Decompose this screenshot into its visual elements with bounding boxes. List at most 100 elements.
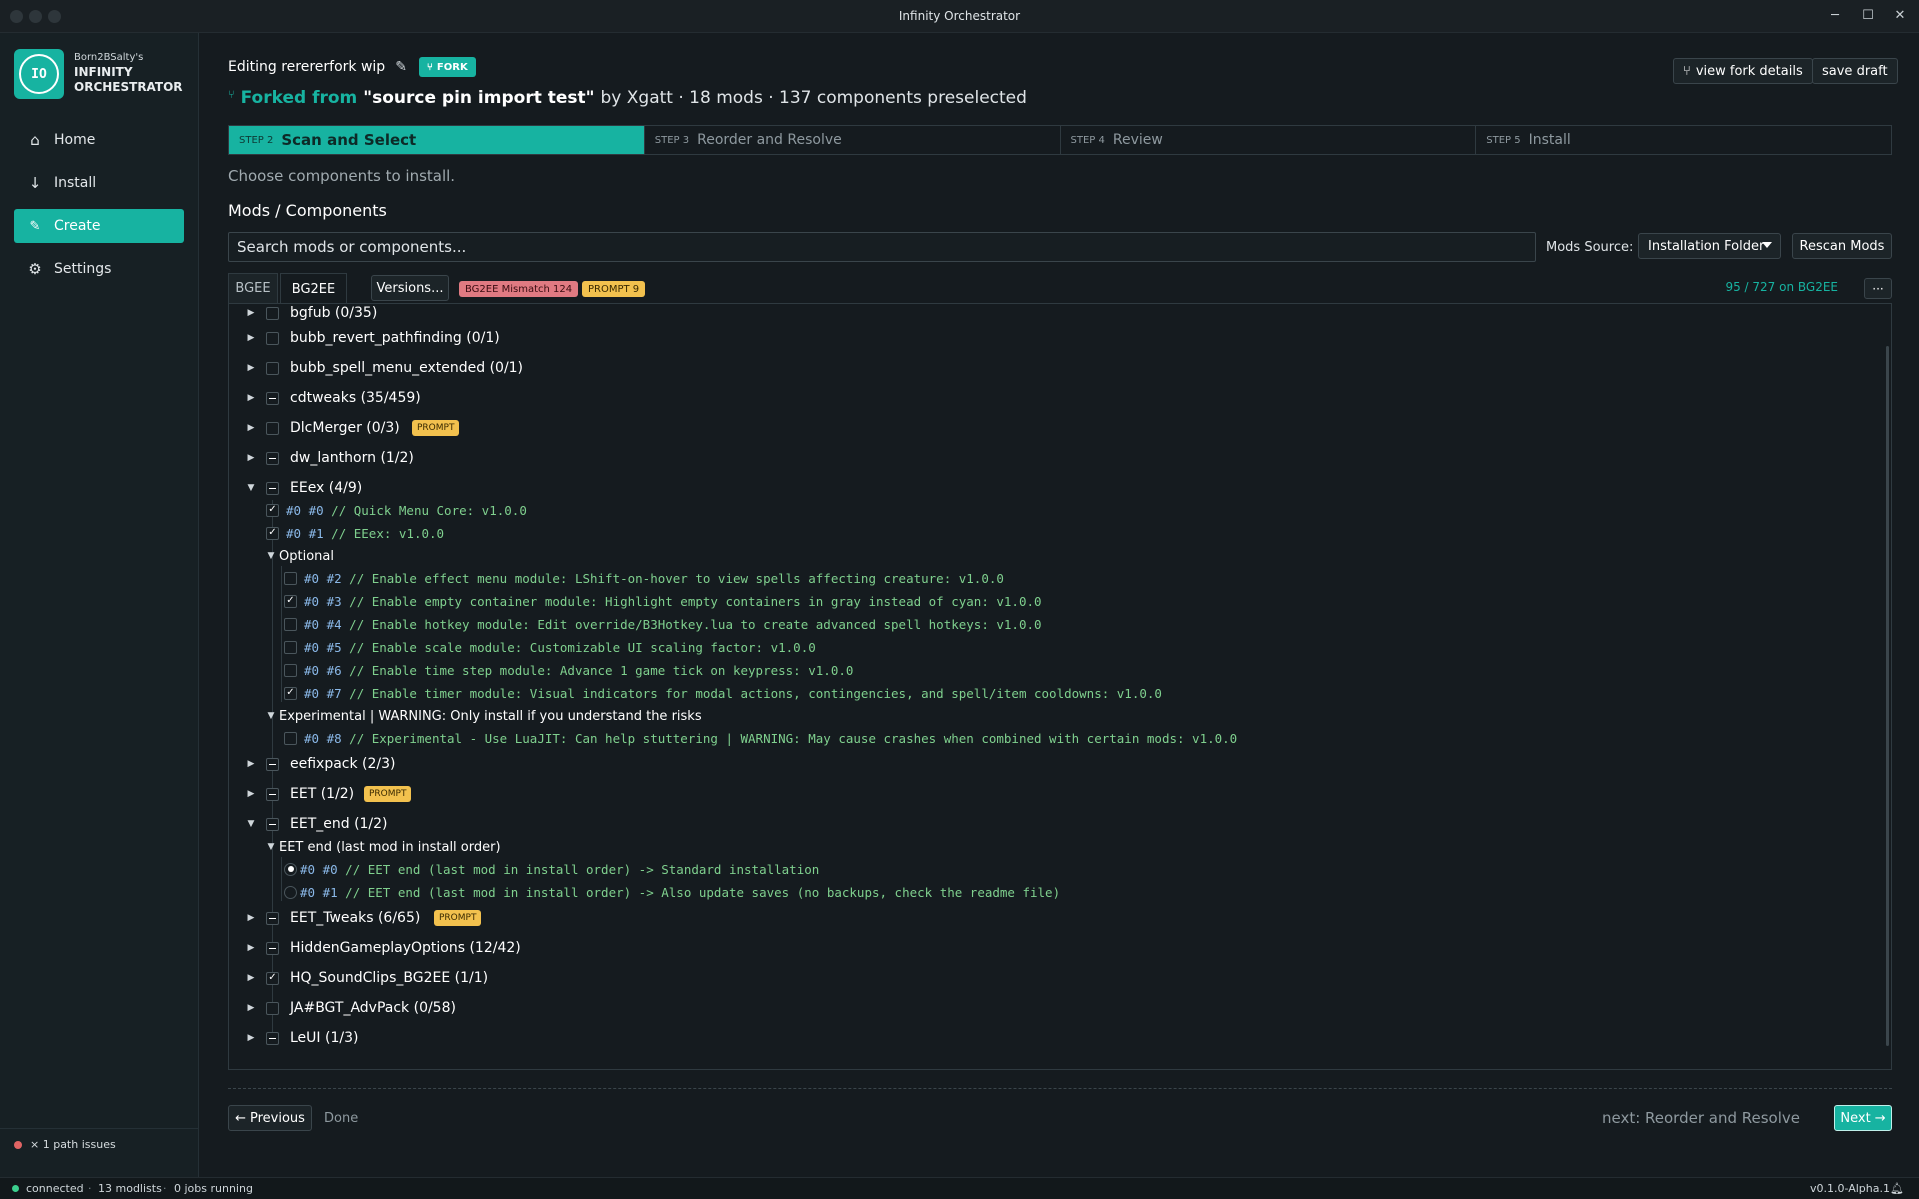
versions-button[interactable]: Versions...	[371, 275, 449, 301]
mod-row[interactable]: ▶ JA#BGT_AdvPack (0/58)	[229, 996, 1869, 1020]
mod-checkbox-partial[interactable]	[266, 911, 279, 925]
mod-checkbox-partial[interactable]	[266, 817, 279, 831]
prompt-badge[interactable]: PROMPT	[364, 786, 412, 802]
rename-pencil-icon[interactable]: ✎	[395, 59, 407, 75]
mod-row[interactable]: ▶ DlcMerger (0/3) PROMPT	[229, 416, 1869, 440]
mod-row[interactable]: ▼ EET_end (1/2)	[229, 812, 1869, 836]
maximize-button[interactable]: ☐	[1856, 6, 1880, 26]
component-row[interactable]: ✓ #0 #7 // Enable timer module: Visual i…	[229, 681, 1869, 705]
previous-button[interactable]: ← Previous	[228, 1105, 312, 1131]
component-row[interactable]: #0 #8 // Experimental - Use LuaJIT: Can …	[229, 726, 1869, 750]
collapse-arrow-icon[interactable]: ▼	[266, 842, 276, 852]
mod-row[interactable]: ▶ bgfub (0/35)	[229, 304, 1869, 325]
mod-row[interactable]: ▶ bubb_spell_menu_extended (0/1)	[229, 356, 1869, 380]
component-row[interactable]: ✓ #0 #0 // Quick Menu Core: v1.0.0	[229, 498, 1869, 522]
mod-row[interactable]: ▶ eefixpack (2/3)	[229, 752, 1869, 776]
step-review[interactable]: STEP 4 Review	[1061, 126, 1477, 154]
component-row[interactable]: #0 #2 // Enable effect menu module: LShi…	[229, 566, 1869, 590]
prompt-badge[interactable]: PROMPT	[434, 910, 482, 926]
component-row[interactable]: #0 #6 // Enable time step module: Advanc…	[229, 658, 1869, 682]
collapse-arrow-icon[interactable]: ▼	[266, 551, 276, 561]
prompt-count-badge[interactable]: PROMPT 9	[582, 281, 646, 297]
step-reorder-and-resolve[interactable]: STEP 3 Reorder and Resolve	[645, 126, 1061, 154]
mismatch-badge[interactable]: BG2EE Mismatch 124	[459, 281, 579, 297]
collapse-arrow-icon[interactable]: ▼	[246, 819, 256, 829]
collapse-arrow-icon[interactable]: ▼	[266, 711, 276, 721]
component-row[interactable]: #0 #0 // EET end (last mod in install or…	[229, 857, 1869, 881]
next-button[interactable]: Next →	[1834, 1105, 1892, 1131]
scrollbar[interactable]	[1886, 346, 1889, 1046]
mod-checkbox-partial[interactable]	[266, 757, 279, 771]
component-row[interactable]: #0 #5 // Enable scale module: Customizab…	[229, 635, 1869, 659]
component-row[interactable]: #0 #1 // EET end (last mod in install or…	[229, 880, 1869, 904]
mod-checkbox-checked[interactable]: ✓	[266, 971, 279, 985]
expand-arrow-icon[interactable]: ▶	[246, 1033, 256, 1043]
step-install[interactable]: STEP 5 Install	[1476, 126, 1891, 154]
mod-row[interactable]: ▶ bubb_revert_pathfinding (0/1)	[229, 326, 1869, 350]
expand-arrow-icon[interactable]: ▶	[246, 453, 256, 463]
component-checkbox-checked[interactable]: ✓	[266, 526, 279, 540]
rescan-mods-button[interactable]: Rescan Mods	[1792, 233, 1892, 259]
mod-row[interactable]: ▼ EEex (4/9)	[229, 476, 1869, 500]
expand-arrow-icon[interactable]: ▶	[246, 913, 256, 923]
tab-bgee[interactable]: BGEE	[228, 273, 278, 303]
collapse-arrow-icon[interactable]: ▼	[246, 483, 256, 493]
component-row[interactable]: #0 #4 // Enable hotkey module: Edit over…	[229, 612, 1869, 636]
prompt-badge[interactable]: PROMPT	[412, 420, 460, 436]
expand-arrow-icon[interactable]: ▶	[246, 308, 256, 318]
mod-checkbox[interactable]	[266, 306, 279, 320]
expand-arrow-icon[interactable]: ▶	[246, 973, 256, 983]
component-checkbox-checked[interactable]: ✓	[284, 594, 297, 608]
nav-create[interactable]: ✎ Create	[14, 209, 184, 243]
mod-checkbox-partial[interactable]	[266, 1031, 279, 1045]
view-fork-details-button[interactable]: ⑂ view fork details	[1673, 58, 1813, 84]
mod-checkbox-partial[interactable]	[266, 941, 279, 955]
component-checkbox[interactable]	[284, 640, 297, 654]
tab-bg2ee[interactable]: BG2EE	[280, 273, 347, 304]
expand-arrow-icon[interactable]: ▶	[246, 943, 256, 953]
mod-checkbox[interactable]	[266, 361, 279, 375]
mod-checkbox-partial[interactable]	[266, 481, 279, 495]
component-row[interactable]: ✓ #0 #1 // EEex: v1.0.0	[229, 521, 1869, 545]
mod-row[interactable]: ▶ EET (1/2) PROMPT	[229, 782, 1869, 806]
step-scan-and-select[interactable]: STEP 2 Scan and Select	[229, 126, 645, 154]
component-checkbox-checked[interactable]: ✓	[284, 686, 297, 700]
group-row[interactable]: ▼ EET end (last mod in install order)	[229, 835, 1869, 859]
expand-arrow-icon[interactable]: ▶	[246, 423, 256, 433]
mod-row[interactable]: ▶ dw_lanthorn (1/2)	[229, 446, 1869, 470]
component-radio-selected[interactable]	[284, 862, 297, 876]
nav-settings[interactable]: ⚙ Settings	[14, 252, 184, 286]
mod-checkbox-partial[interactable]	[266, 787, 279, 801]
bell-icon[interactable]: 🔔︎	[1890, 1182, 1904, 1195]
close-button[interactable]: ✕	[1888, 6, 1912, 26]
mod-row[interactable]: ▶ LeUI (1/3)	[229, 1026, 1869, 1050]
mod-checkbox-partial[interactable]	[266, 391, 279, 405]
expand-arrow-icon[interactable]: ▶	[246, 333, 256, 343]
done-label[interactable]: Done	[324, 1111, 358, 1126]
mod-checkbox[interactable]	[266, 331, 279, 345]
mod-checkbox-partial[interactable]	[266, 451, 279, 465]
expand-arrow-icon[interactable]: ▶	[246, 759, 256, 769]
component-checkbox[interactable]	[284, 731, 297, 745]
component-checkbox-checked[interactable]: ✓	[266, 503, 279, 517]
mods-source-select[interactable]: Installation Folder	[1638, 233, 1781, 259]
mod-row[interactable]: ▶ cdtweaks (35/459)	[229, 386, 1869, 410]
path-issues-indicator[interactable]: × 1 path issues	[14, 1138, 116, 1151]
save-draft-button[interactable]: save draft	[1812, 58, 1898, 84]
group-row[interactable]: ▼ Optional	[229, 544, 1869, 568]
mod-row[interactable]: ▶ HiddenGameplayOptions (12/42)	[229, 936, 1869, 960]
component-checkbox[interactable]	[284, 663, 297, 677]
expand-arrow-icon[interactable]: ▶	[246, 363, 256, 373]
group-row[interactable]: ▼ Experimental | WARNING: Only install i…	[229, 704, 1869, 728]
mod-row[interactable]: ▶ ✓ HQ_SoundClips_BG2EE (1/1)	[229, 966, 1869, 990]
component-radio[interactable]	[284, 885, 297, 899]
component-checkbox[interactable]	[284, 571, 297, 585]
expand-arrow-icon[interactable]: ▶	[246, 393, 256, 403]
expand-arrow-icon[interactable]: ▶	[246, 789, 256, 799]
minimize-button[interactable]: ─	[1823, 6, 1847, 26]
component-row[interactable]: ✓ #0 #3 // Enable empty container module…	[229, 589, 1869, 613]
more-options-button[interactable]: ···	[1864, 278, 1892, 299]
mod-checkbox[interactable]	[266, 1001, 279, 1015]
nav-home[interactable]: ⌂ Home	[14, 123, 184, 157]
mod-row[interactable]: ▶ EET_Tweaks (6/65) PROMPT	[229, 906, 1869, 930]
